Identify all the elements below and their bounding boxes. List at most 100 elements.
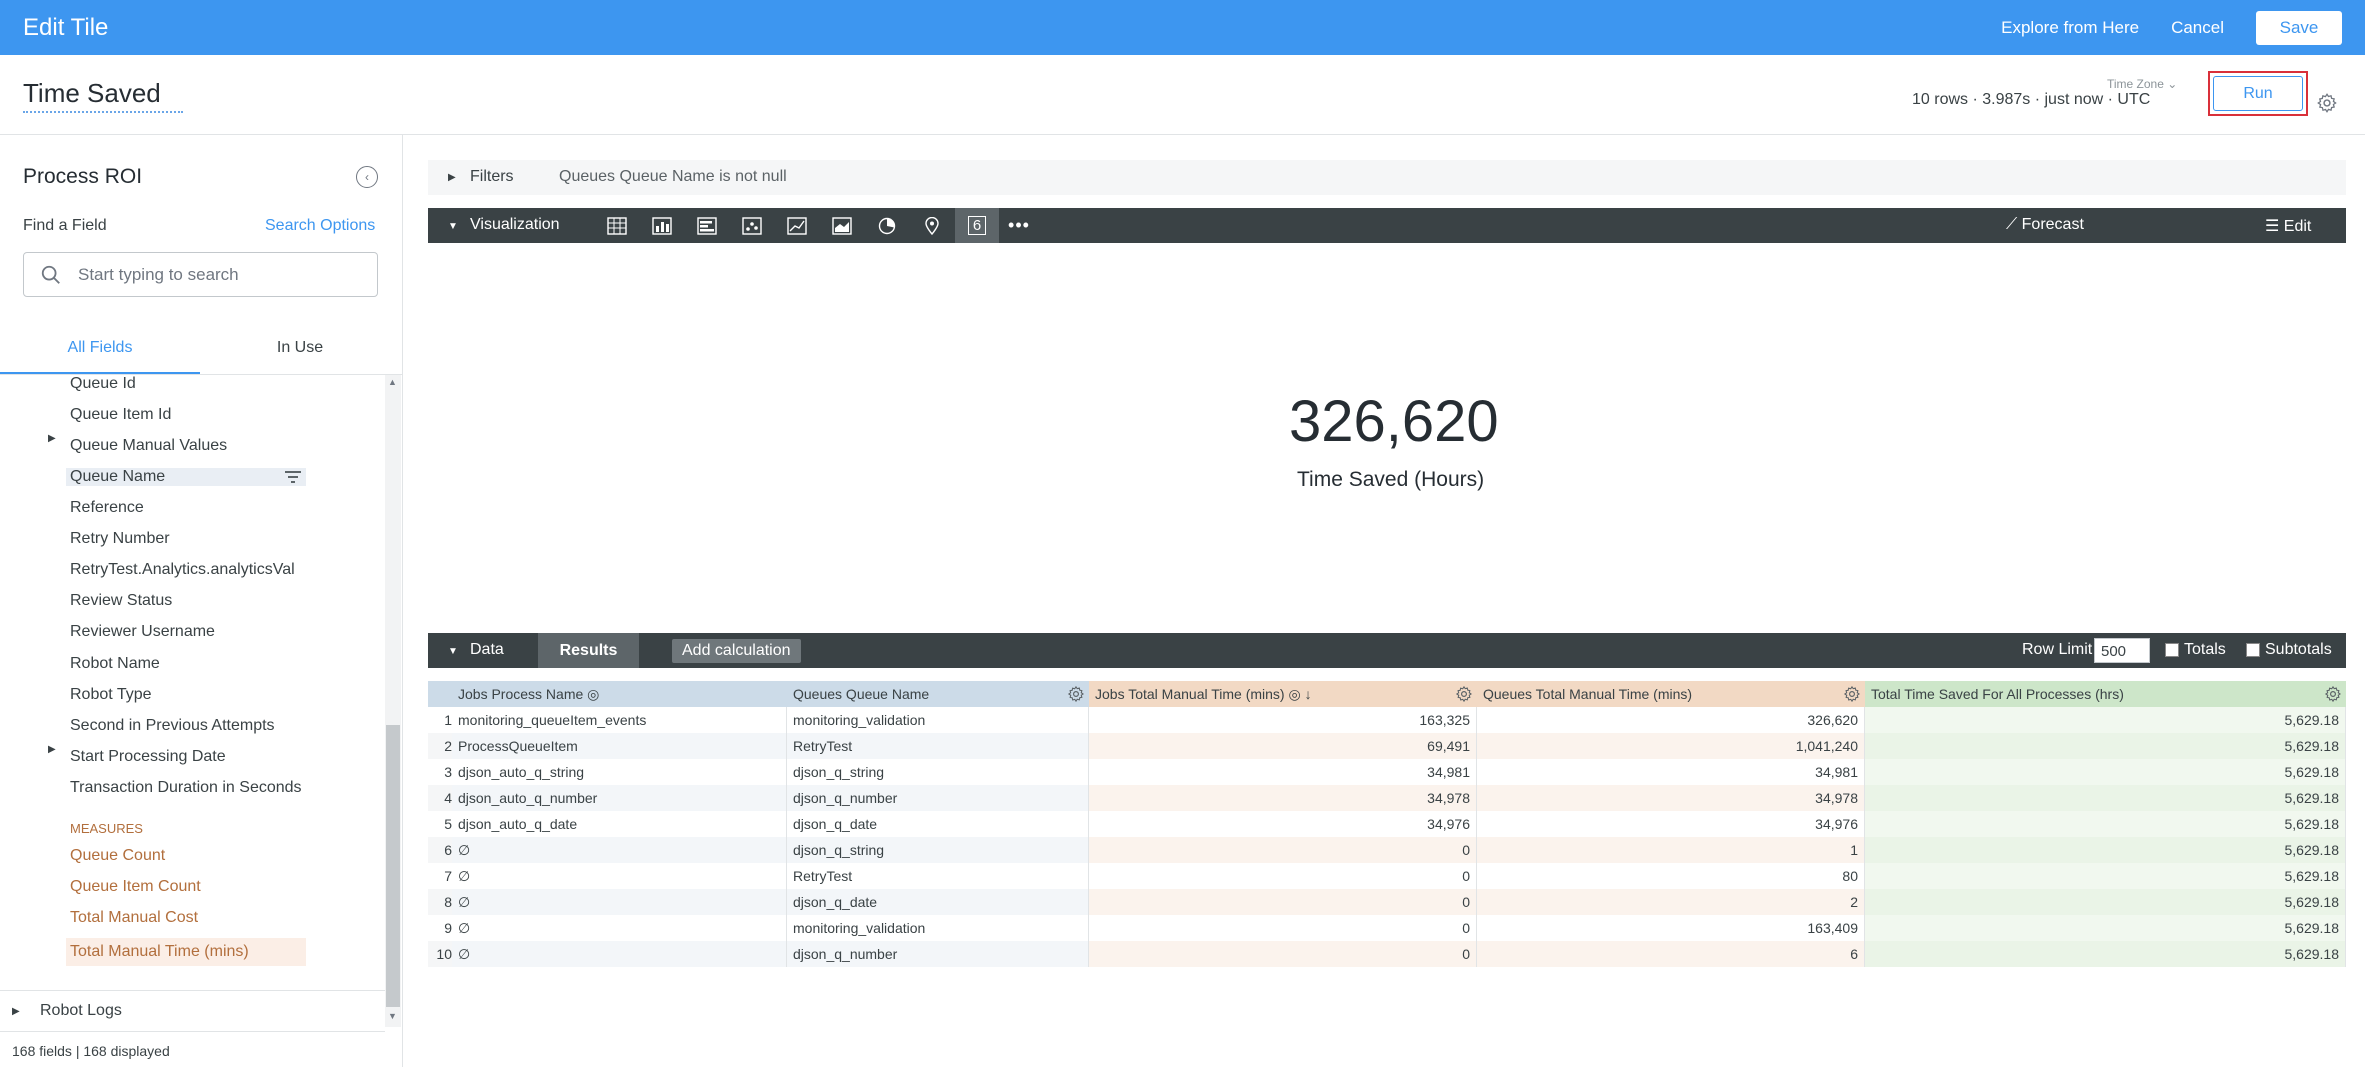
column-header[interactable]: Queues Total Manual Time (mins) [1477,681,1865,707]
field-item[interactable]: RetryTest.Analytics.analyticsVal [70,561,295,579]
table-cell[interactable]: 5,629.18 [1865,889,2346,915]
table-cell[interactable]: djson_q_number [787,785,1089,811]
cancel-button[interactable]: Cancel [2171,18,2224,38]
field-item[interactable]: Reviewer Username [70,623,215,641]
table-cell[interactable]: 0 [1089,889,1477,915]
table-cell[interactable]: 5,629.18 [1865,707,2346,733]
table-cell[interactable]: 80 [1477,863,1865,889]
field-item[interactable]: Review Status [70,592,172,610]
table-icon[interactable] [595,208,639,243]
tile-title-input[interactable]: Time Saved [23,78,183,113]
table-cell[interactable]: 34,976 [1089,811,1477,837]
table-cell[interactable]: 0 [1089,863,1477,889]
totals-checkbox[interactable] [2165,643,2179,657]
measure-item-total-manual-time[interactable]: Total Manual Time (mins) [66,938,306,966]
table-cell[interactable]: djson_q_date [787,889,1089,915]
table-cell[interactable]: 5,629.18 [1865,941,2346,967]
row-limit-input[interactable]: 500 [2094,638,2150,663]
table-cell[interactable]: djson_q_number [787,941,1089,967]
table-cell[interactable]: 5,629.18 [1865,759,2346,785]
tab-in-use[interactable]: In Use [200,325,400,374]
table-cell[interactable]: ∅ [452,863,787,889]
run-button[interactable]: Run [2213,76,2303,111]
field-search[interactable] [23,252,378,297]
field-item[interactable]: Second in Previous Attempts [70,717,275,735]
caret-right-icon[interactable]: ▶ [48,433,56,444]
pie-chart-icon[interactable] [865,208,909,243]
table-cell[interactable]: monitoring_validation [787,707,1089,733]
column-header[interactable]: Jobs Total Manual Time (mins) ◎ ↓ [1089,681,1477,707]
table-cell[interactable]: 34,978 [1477,785,1865,811]
measure-item[interactable]: Queue Item Count [70,878,201,896]
forecast-button[interactable]: ⟋ Forecast [2006,216,2084,234]
field-item[interactable]: Transaction Duration in Seconds [70,779,302,797]
field-item[interactable]: Queue Id [70,375,136,393]
column-header[interactable]: Queues Queue Name [787,681,1089,707]
scrollbar-thumb[interactable] [386,725,400,1007]
table-cell[interactable]: djson_auto_q_string [452,759,787,785]
table-cell[interactable]: 1 [1477,837,1865,863]
field-item[interactable]: Robot Type [70,686,152,704]
filter-icon[interactable] [284,470,302,489]
table-cell[interactable]: 0 [1089,837,1477,863]
scroll-down-icon[interactable]: ▼ [388,1011,397,1021]
more-icon[interactable]: ••• [997,208,1041,243]
visualization-label[interactable]: Visualization [470,216,560,234]
column-header[interactable]: Total Time Saved For All Processes (hrs) [1865,681,2346,707]
table-cell[interactable]: monitoring_validation [787,915,1089,941]
table-cell[interactable]: djson_q_date [787,811,1089,837]
sort-desc-icon[interactable]: ↓ [1305,686,1312,702]
table-cell[interactable]: 5,629.18 [1865,915,2346,941]
field-item[interactable]: Retry Number [70,530,170,548]
caret-right-icon[interactable]: ▶ [48,744,56,755]
field-item[interactable]: Robot Name [70,655,160,673]
table-cell[interactable]: 2 [1477,889,1865,915]
collapse-icon[interactable]: ‹ [356,166,378,188]
column-header[interactable]: Jobs Process Name ◎ [452,681,817,707]
gear-icon[interactable] [2316,92,2338,119]
field-item[interactable]: Queue Item Id [70,406,171,424]
subtotals-checkbox[interactable] [2246,643,2260,657]
table-cell[interactable]: 34,976 [1477,811,1865,837]
bar-chart-icon[interactable] [685,208,729,243]
table-cell[interactable]: djson_auto_q_number [452,785,787,811]
table-cell[interactable]: 5,629.18 [1865,863,2346,889]
scroll-up-icon[interactable]: ▲ [388,377,397,387]
data-label[interactable]: Data [470,641,504,659]
column-chart-icon[interactable] [640,208,684,243]
explore-from-here-link[interactable]: Explore from Here [2001,18,2139,38]
table-cell[interactable]: 5,629.18 [1865,811,2346,837]
table-cell[interactable]: 1,041,240 [1477,733,1865,759]
table-cell[interactable]: djson_q_string [787,837,1089,863]
table-cell[interactable]: ∅ [452,889,787,915]
table-cell[interactable]: 6 [1477,941,1865,967]
table-cell[interactable]: djson_auto_q_date [452,811,787,837]
tab-results[interactable]: Results [538,633,639,668]
timezone-dropdown[interactable]: Time Zone ⌄ [2107,77,2177,91]
line-chart-icon[interactable] [775,208,819,243]
single-value-icon[interactable]: 6 [955,208,999,243]
caret-down-icon[interactable]: ▼ [448,646,458,657]
save-button[interactable]: Save [2256,10,2342,45]
table-cell[interactable]: 326,620 [1477,707,1865,733]
table-cell[interactable]: 5,629.18 [1865,733,2346,759]
table-cell[interactable]: ∅ [452,941,787,967]
scatter-icon[interactable] [730,208,774,243]
table-cell[interactable]: monitoring_queueItem_events [452,707,787,733]
search-options-link[interactable]: Search Options [265,217,375,235]
field-item-queue-name[interactable]: Queue Name [66,468,306,486]
field-item[interactable]: Start Processing Date [70,748,226,766]
table-cell[interactable]: 163,325 [1089,707,1477,733]
search-input[interactable] [78,261,368,289]
edit-viz-button[interactable]: ☰ Edit [2265,216,2311,236]
table-cell[interactable]: RetryTest [787,863,1089,889]
table-cell[interactable]: 69,491 [1089,733,1477,759]
table-cell[interactable]: 0 [1089,915,1477,941]
table-cell[interactable]: 5,629.18 [1865,785,2346,811]
table-cell[interactable]: ProcessQueueItem [452,733,787,759]
table-cell[interactable]: 5,629.18 [1865,837,2346,863]
table-cell[interactable]: 0 [1089,941,1477,967]
table-cell[interactable]: ∅ [452,837,787,863]
caret-down-icon[interactable]: ▼ [448,221,458,232]
tab-all-fields[interactable]: All Fields [0,325,200,374]
